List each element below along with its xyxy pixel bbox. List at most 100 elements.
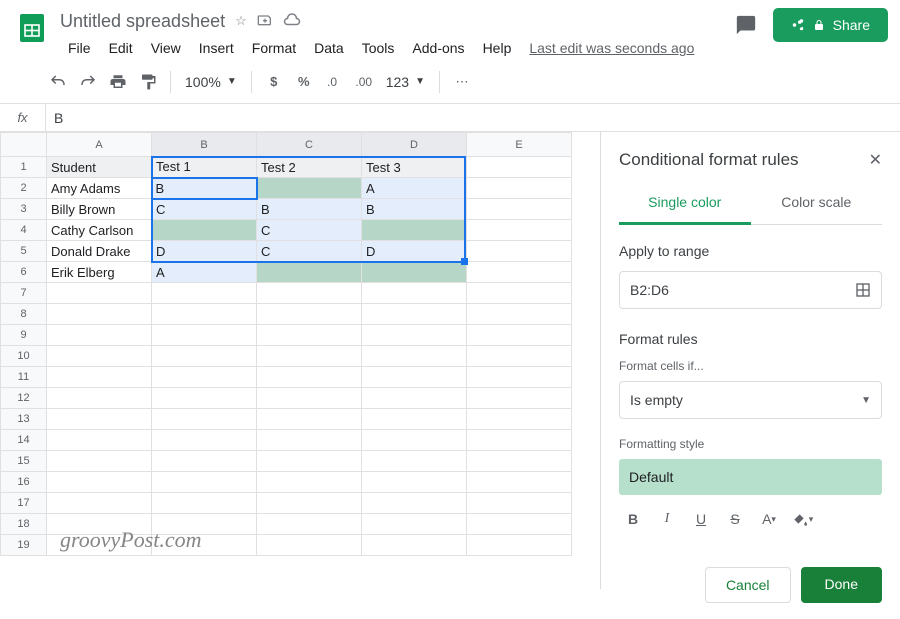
row-1[interactable]: 1 bbox=[1, 157, 47, 178]
menu-data[interactable]: Data bbox=[306, 36, 352, 60]
row-10[interactable]: 10 bbox=[1, 346, 47, 367]
cell-E1[interactable] bbox=[467, 157, 572, 178]
cell-E5[interactable] bbox=[467, 241, 572, 262]
bold-button[interactable]: B bbox=[619, 505, 647, 533]
cell-B6[interactable]: A bbox=[152, 262, 257, 283]
row-8[interactable]: 8 bbox=[1, 304, 47, 325]
cell-A3[interactable]: Billy Brown bbox=[47, 199, 152, 220]
italic-button[interactable]: I bbox=[653, 505, 681, 533]
col-D[interactable]: D bbox=[362, 133, 467, 157]
style-preview[interactable]: Default bbox=[619, 459, 882, 495]
cell-B2[interactable]: B bbox=[152, 178, 257, 199]
decimal-inc-button[interactable]: .00 bbox=[350, 68, 378, 96]
row-13[interactable]: 13 bbox=[1, 409, 47, 430]
undo-button[interactable] bbox=[44, 68, 72, 96]
decimal-dec-button[interactable]: .0 bbox=[320, 68, 348, 96]
share-button[interactable]: Share bbox=[773, 8, 888, 42]
sheets-logo[interactable] bbox=[12, 8, 52, 48]
cell-E6[interactable] bbox=[467, 262, 572, 283]
doc-title[interactable]: Untitled spreadsheet bbox=[60, 11, 225, 32]
zoom-select[interactable]: 100%▼ bbox=[179, 74, 243, 90]
star-icon[interactable]: ☆ bbox=[235, 13, 247, 29]
tab-color-scale[interactable]: Color scale bbox=[751, 184, 883, 224]
rule-select[interactable]: Is empty ▼ bbox=[619, 381, 882, 419]
row-2[interactable]: 2 bbox=[1, 178, 47, 199]
menu-tools[interactable]: Tools bbox=[354, 36, 403, 60]
cell-B5[interactable]: D bbox=[152, 241, 257, 262]
row-6[interactable]: 6 bbox=[1, 262, 47, 283]
done-button[interactable]: Done bbox=[801, 567, 882, 603]
col-C[interactable]: C bbox=[257, 133, 362, 157]
redo-button[interactable] bbox=[74, 68, 102, 96]
row-16[interactable]: 16 bbox=[1, 472, 47, 493]
cell-D1[interactable]: Test 3 bbox=[362, 157, 467, 178]
cell-C5[interactable]: C bbox=[257, 241, 362, 262]
cell-C3[interactable]: B bbox=[257, 199, 362, 220]
cell-A2[interactable]: Amy Adams bbox=[47, 178, 152, 199]
menu-file[interactable]: File bbox=[60, 36, 99, 60]
cell-C6[interactable] bbox=[257, 262, 362, 283]
more-tools-button[interactable]: ⋯ bbox=[448, 68, 476, 96]
paint-format-button[interactable] bbox=[134, 68, 162, 96]
cell-A1[interactable]: Student bbox=[47, 157, 152, 178]
row-3[interactable]: 3 bbox=[1, 199, 47, 220]
cancel-button[interactable]: Cancel bbox=[705, 567, 791, 603]
move-icon[interactable] bbox=[257, 12, 273, 31]
row-9[interactable]: 9 bbox=[1, 325, 47, 346]
percent-button[interactable]: % bbox=[290, 68, 318, 96]
currency-button[interactable]: $ bbox=[260, 68, 288, 96]
cell-C1[interactable]: Test 2 bbox=[257, 157, 362, 178]
menu-view[interactable]: View bbox=[143, 36, 189, 60]
cell-B3[interactable]: C bbox=[152, 199, 257, 220]
row-7[interactable]: 7 bbox=[1, 283, 47, 304]
row-15[interactable]: 15 bbox=[1, 451, 47, 472]
range-input[interactable]: B2:D6 bbox=[619, 271, 882, 309]
col-A[interactable]: A bbox=[47, 133, 152, 157]
tab-single-color[interactable]: Single color bbox=[619, 184, 751, 225]
cell-E4[interactable] bbox=[467, 220, 572, 241]
row-18[interactable]: 18 bbox=[1, 514, 47, 535]
cell-B1[interactable]: Test 1 bbox=[152, 157, 257, 178]
cell-D2[interactable]: A bbox=[362, 178, 467, 199]
print-button[interactable] bbox=[104, 68, 132, 96]
underline-button[interactable]: U bbox=[687, 505, 715, 533]
text-color-button[interactable]: A▾ bbox=[755, 505, 783, 533]
row-5[interactable]: 5 bbox=[1, 241, 47, 262]
cell-C2[interactable] bbox=[257, 178, 362, 199]
row-14[interactable]: 14 bbox=[1, 430, 47, 451]
row-17[interactable]: 17 bbox=[1, 493, 47, 514]
cell-D5[interactable]: D bbox=[362, 241, 467, 262]
menu-help[interactable]: Help bbox=[475, 36, 520, 60]
chevron-down-icon: ▼ bbox=[861, 395, 871, 406]
cell-A5[interactable]: Donald Drake bbox=[47, 241, 152, 262]
row-4[interactable]: 4 bbox=[1, 220, 47, 241]
cell-B4[interactable] bbox=[152, 220, 257, 241]
strike-button[interactable]: S bbox=[721, 505, 749, 533]
formula-input[interactable]: B bbox=[46, 110, 900, 126]
last-edit-link[interactable]: Last edit was seconds ago bbox=[521, 36, 702, 60]
row-19[interactable]: 19 bbox=[1, 535, 47, 556]
row-11[interactable]: 11 bbox=[1, 367, 47, 388]
cell-C4[interactable]: C bbox=[257, 220, 362, 241]
cell-A6[interactable]: Erik Elberg bbox=[47, 262, 152, 283]
menu-format[interactable]: Format bbox=[244, 36, 304, 60]
col-B[interactable]: B bbox=[152, 133, 257, 157]
fill-color-button[interactable]: ▾ bbox=[789, 505, 817, 533]
cell-A4[interactable]: Cathy Carlson bbox=[47, 220, 152, 241]
row-12[interactable]: 12 bbox=[1, 388, 47, 409]
menu-addons[interactable]: Add-ons bbox=[404, 36, 472, 60]
close-panel-button[interactable]: ✕ bbox=[869, 150, 882, 170]
menu-insert[interactable]: Insert bbox=[191, 36, 242, 60]
cloud-icon[interactable] bbox=[283, 13, 301, 30]
spreadsheet-grid[interactable]: A B C D E 1 Student Test 1 Test 2 Test 3… bbox=[0, 132, 600, 589]
number-format-select[interactable]: 123▼ bbox=[380, 74, 431, 90]
menu-edit[interactable]: Edit bbox=[101, 36, 141, 60]
cell-D3[interactable]: B bbox=[362, 199, 467, 220]
select-all-corner[interactable] bbox=[1, 133, 47, 157]
col-E[interactable]: E bbox=[467, 133, 572, 157]
comments-icon[interactable] bbox=[731, 10, 761, 40]
cell-D4[interactable] bbox=[362, 220, 467, 241]
cell-D6[interactable] bbox=[362, 262, 467, 283]
cell-E2[interactable] bbox=[467, 178, 572, 199]
cell-E3[interactable] bbox=[467, 199, 572, 220]
